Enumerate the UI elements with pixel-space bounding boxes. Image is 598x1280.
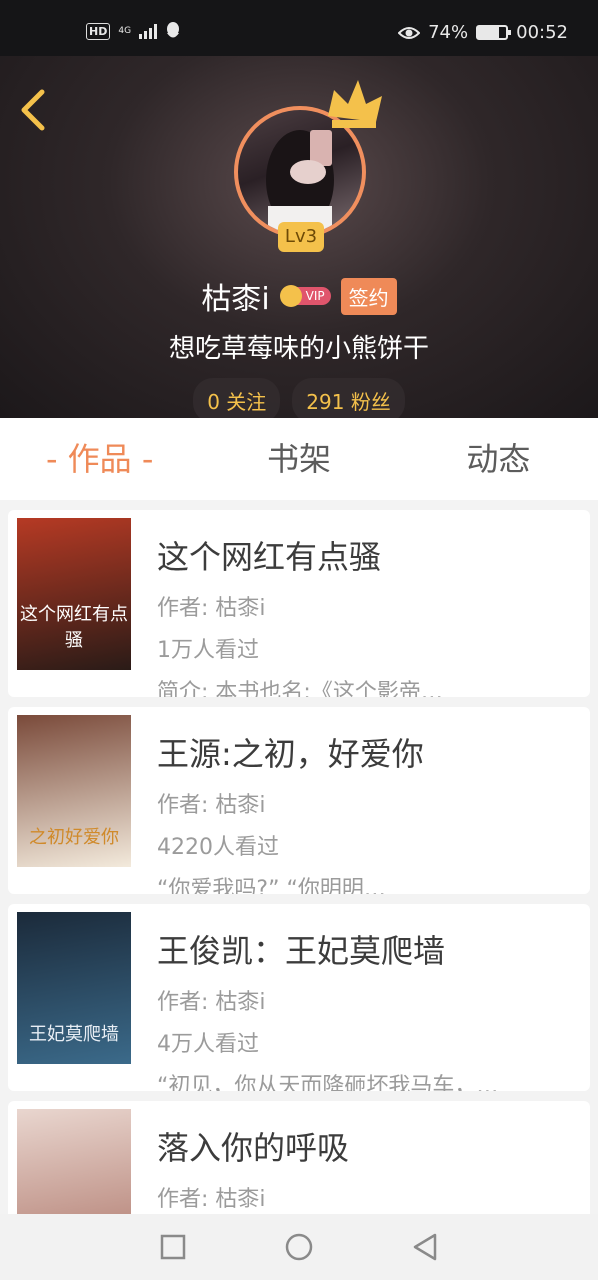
book-views: 4万人看过 (157, 1032, 259, 1057)
book-card[interactable]: 这个网红有点骚 这个网红有点骚 作者: 枯桼i 1万人看过 简介: 本书也名:《… (8, 510, 590, 697)
book-cover[interactable]: 之初好爱你 (17, 715, 131, 867)
book-info: 王俊凯：王妃莫爬墙 作者: 枯桼i 4万人看过 “初见，你从天而降砸坏我马车，… (157, 926, 576, 1091)
status-left: HD 4G (86, 22, 181, 40)
book-views: 1万人看过 (157, 638, 259, 663)
crown-icon (328, 80, 382, 128)
book-info: 这个网红有点骚 作者: 枯桼i 1万人看过 简介: 本书也名:《这个影帝… (157, 532, 576, 697)
book-author: 作者: 枯桼i (157, 990, 266, 1015)
book-author: 作者: 枯桼i (157, 1187, 266, 1212)
stats-row: 0 关注 291 粉丝 (0, 378, 598, 423)
level-badge: Lv3 (278, 222, 324, 252)
tab-activity[interactable]: 动态 (399, 418, 598, 500)
profile-header: Lv3 枯桼i VIP 签约 想吃草莓味的小熊饼干 0 关注 291 粉丝 (0, 56, 598, 423)
book-list: 这个网红有点骚 这个网红有点骚 作者: 枯桼i 1万人看过 简介: 本书也名:《… (8, 510, 590, 1280)
status-bar: HD 4G 74% 00:52 (0, 0, 598, 56)
book-views: 4220人看过 (157, 835, 279, 860)
book-summary: “初见，你从天而降砸坏我马车，… (157, 1074, 499, 1091)
book-info: 落入你的呼吸 作者: 枯桼i (157, 1123, 576, 1213)
tab-works[interactable]: - 作品 - (0, 418, 199, 500)
system-nav-bar (0, 1214, 598, 1280)
followers-button[interactable]: 291 粉丝 (292, 378, 405, 423)
name-row: 枯桼i VIP 签约 (0, 274, 598, 318)
battery-icon (476, 25, 512, 40)
book-cover[interactable]: 王妃莫爬墙 (17, 912, 131, 1064)
triangle-back-icon[interactable] (407, 1229, 443, 1265)
book-title[interactable]: 王源:之初，好爱你 (157, 729, 576, 775)
battery-percent: 74% (428, 22, 469, 43)
avatar[interactable]: Lv3 (234, 80, 382, 252)
cover-title: 这个网红有点骚 (20, 604, 128, 651)
book-info: 王源:之初，好爱你 作者: 枯桼i 4220人看过 “你爱我吗?” “你明明… (157, 729, 576, 894)
book-title[interactable]: 落入你的呼吸 (157, 1123, 576, 1169)
signal-icon (139, 23, 158, 39)
cover-title: 王妃莫爬墙 (29, 1024, 119, 1045)
profile-motto: 想吃草莓味的小熊饼干 (168, 334, 429, 364)
book-author: 作者: 枯桼i (157, 793, 266, 818)
username: 枯桼i (201, 282, 270, 317)
book-title[interactable]: 这个网红有点骚 (157, 532, 576, 578)
clock: 00:52 (516, 22, 568, 43)
hd-badge: HD (86, 22, 111, 40)
vip-badge: VIP (279, 285, 331, 307)
vip-crown-icon (279, 285, 302, 307)
chevron-left-icon[interactable] (18, 88, 48, 132)
network-type: 4G (118, 25, 132, 36)
book-cover[interactable]: 这个网红有点骚 (17, 518, 131, 670)
signed-badge: 签约 (340, 277, 397, 315)
square-icon[interactable] (155, 1229, 191, 1265)
following-button[interactable]: 0 关注 (193, 378, 281, 423)
book-summary: 简介: 本书也名:《这个影帝… (157, 680, 443, 697)
eye-icon (398, 26, 421, 39)
book-author: 作者: 枯桼i (157, 596, 266, 621)
tab-bar: - 作品 - 书架 动态 (0, 418, 598, 500)
book-title[interactable]: 王俊凯：王妃莫爬墙 (157, 926, 576, 972)
tab-bookshelf[interactable]: 书架 (199, 418, 398, 500)
book-summary: “你爱我吗?” “你明明… (157, 877, 386, 894)
qq-icon (167, 22, 180, 38)
status-right: 74% 00:52 (398, 22, 568, 43)
circle-icon[interactable] (281, 1229, 317, 1265)
book-card[interactable]: 之初好爱你 王源:之初，好爱你 作者: 枯桼i 4220人看过 “你爱我吗?” … (8, 707, 590, 894)
book-card[interactable]: 王妃莫爬墙 王俊凯：王妃莫爬墙 作者: 枯桼i 4万人看过 “初见，你从天而降砸… (8, 904, 590, 1091)
cover-title: 之初好爱你 (29, 827, 119, 848)
